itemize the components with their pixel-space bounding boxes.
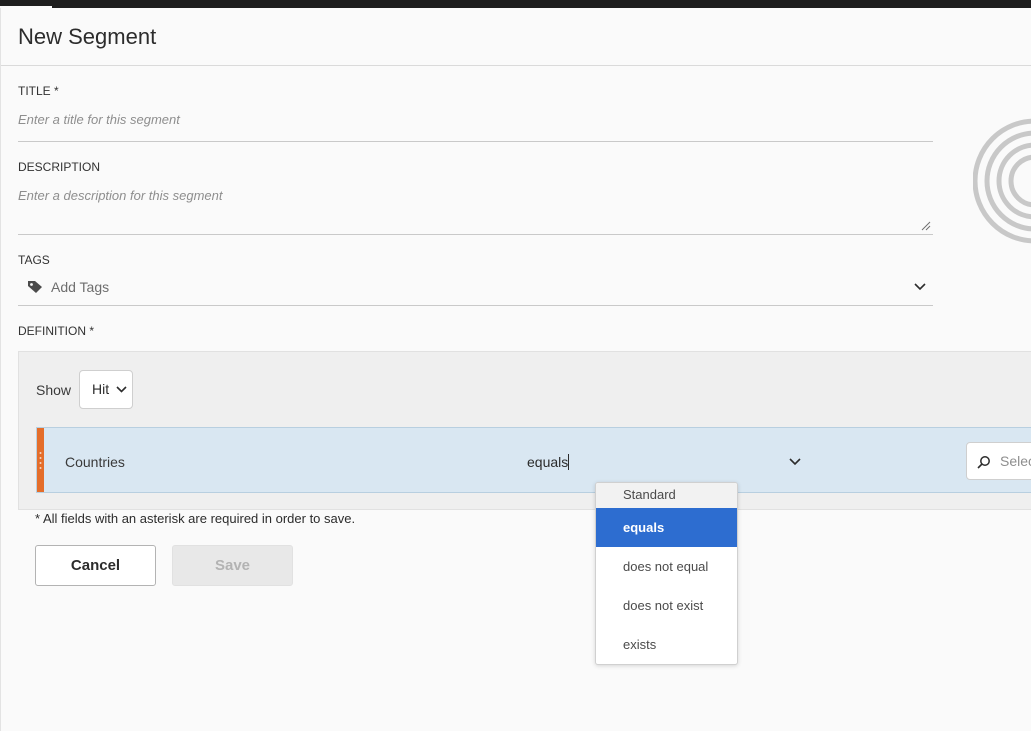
value-placeholder: Select xyxy=(1000,453,1031,469)
page-title: New Segment xyxy=(18,24,157,49)
drag-handle[interactable] xyxy=(37,428,44,492)
tags-label: TAGS xyxy=(18,253,50,267)
definition-panel: Show Hit Countries equals Sele xyxy=(18,351,1031,510)
operator-option-does-not-equal[interactable]: does not equal xyxy=(596,547,737,586)
segment-editor: New Segment TITLE * Enter a title for th… xyxy=(0,8,1031,731)
save-button[interactable]: Save xyxy=(172,545,293,586)
tags-underline xyxy=(18,305,933,306)
title-divider xyxy=(1,65,1031,66)
title-label: TITLE * xyxy=(18,84,59,98)
dropdown-group-header: Standard xyxy=(596,483,737,508)
text-caret xyxy=(568,454,570,470)
operator-input[interactable]: equals xyxy=(527,454,570,470)
description-underline xyxy=(18,234,933,235)
loading-spinner-icon xyxy=(973,118,1031,244)
tags-input[interactable]: Add Tags xyxy=(51,279,109,295)
show-scope-select[interactable]: Hit xyxy=(79,370,133,409)
show-label: Show xyxy=(36,382,72,398)
title-underline xyxy=(18,141,933,142)
operator-value: equals xyxy=(527,454,569,470)
operator-option-exists[interactable]: exists xyxy=(596,625,737,664)
tag-icon xyxy=(28,281,42,293)
rule-row[interactable]: Countries equals Select xyxy=(36,427,1031,493)
required-note: * All fields with an asterisk are requir… xyxy=(35,511,356,526)
description-input[interactable]: Enter a description for this segment xyxy=(18,188,223,203)
definition-label: DEFINITION * xyxy=(18,324,95,338)
chevron-down-icon xyxy=(116,386,127,393)
operator-option-does-not-exist[interactable]: does not exist xyxy=(596,586,737,625)
cancel-button[interactable]: Cancel xyxy=(35,545,156,586)
search-icon xyxy=(977,456,990,469)
operator-option-equals[interactable]: equals xyxy=(596,508,737,547)
chevron-down-icon[interactable] xyxy=(789,457,801,467)
drag-dots-icon xyxy=(39,452,42,469)
rule-dimension: Countries xyxy=(65,454,125,470)
chevron-down-icon[interactable] xyxy=(914,282,926,292)
value-search-input[interactable]: Select xyxy=(966,442,1031,480)
title-input[interactable]: Enter a title for this segment xyxy=(18,112,180,127)
top-bar xyxy=(0,0,1031,8)
description-label: DESCRIPTION xyxy=(18,160,101,174)
operator-dropdown: Standard equals does not equal does not … xyxy=(595,482,738,665)
resize-grip-icon[interactable] xyxy=(921,221,931,231)
show-scope-value: Hit xyxy=(92,381,110,397)
